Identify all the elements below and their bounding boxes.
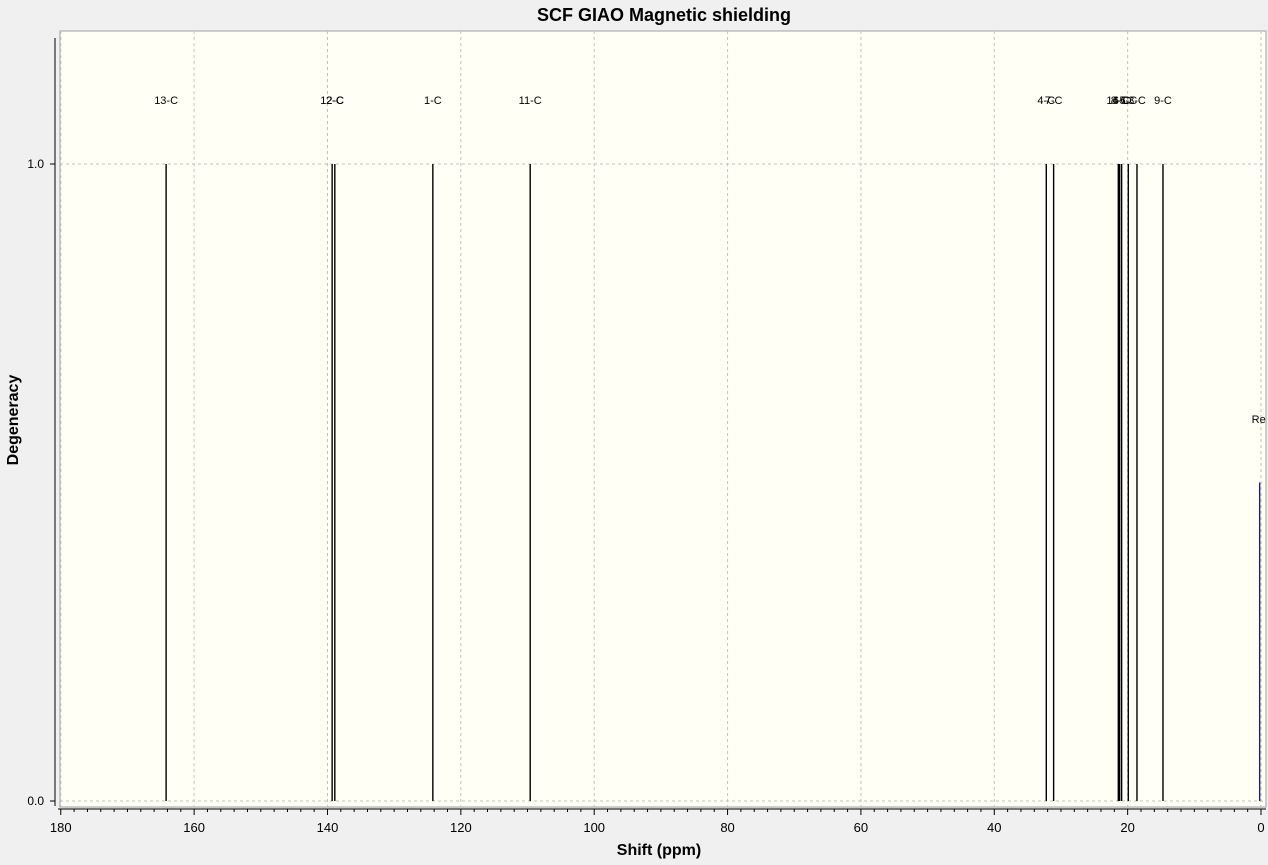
peak-label: 1-C bbox=[424, 95, 442, 107]
chart-svg: SCF GIAO Magnetic shielding Re 13-C 12-C2… bbox=[5, 5, 1267, 859]
x-tick-label: 180 bbox=[50, 820, 72, 835]
x-axis-label: Shift (ppm) bbox=[617, 842, 701, 859]
x-tick-label: 20 bbox=[1120, 820, 1134, 835]
peak-label: 7-C bbox=[1045, 95, 1063, 107]
x-tick-label: 0 bbox=[1257, 820, 1264, 835]
x-tick-label: 100 bbox=[583, 820, 605, 835]
x-tick-label: 140 bbox=[317, 820, 339, 835]
x-tick-label: 80 bbox=[720, 820, 734, 835]
y-tick-label: 0.0 bbox=[27, 794, 44, 808]
nmr-spectrum-chart: SCF GIAO Magnetic shielding Re 13-C 12-C 2… bbox=[0, 0, 1268, 860]
peak-label: 3-C bbox=[1128, 95, 1146, 107]
x-tick-label: 40 bbox=[987, 820, 1001, 835]
peak-label: 11-C bbox=[519, 95, 542, 107]
chart-title: SCF GIAO Magnetic shielding bbox=[537, 5, 791, 25]
plot-area bbox=[59, 30, 1267, 808]
y-tick-label: 1.0 bbox=[27, 157, 44, 171]
y-axis-ticks: 0.0 1.0 bbox=[27, 157, 55, 808]
x-axis-ticks: 180 160 140 120 100 80 60 40 20 0 bbox=[50, 809, 1265, 835]
x-tick-label: 60 bbox=[854, 820, 868, 835]
x-tick-label: 160 bbox=[183, 820, 205, 835]
peak-label: 13-C bbox=[154, 95, 178, 107]
peak-label: 9-C bbox=[1154, 95, 1172, 107]
x-tick-label: 120 bbox=[450, 820, 472, 835]
reference-peak-label: Re bbox=[1252, 414, 1266, 426]
y-axis-label: Degeneracy bbox=[5, 375, 22, 466]
peak-label: 2-C bbox=[326, 95, 344, 107]
